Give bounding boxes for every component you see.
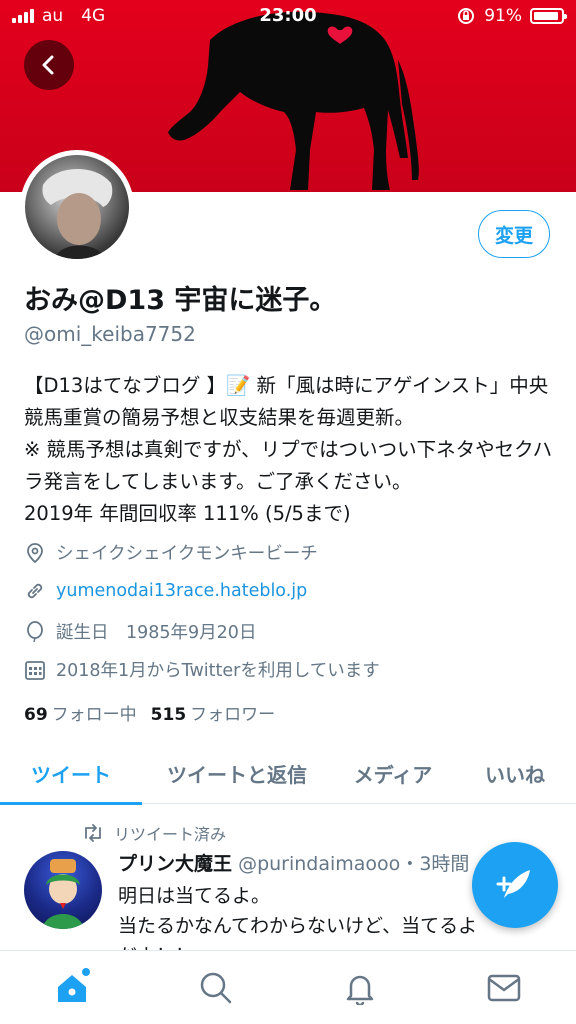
compose-tweet-icon: [496, 870, 530, 898]
tweet-author-name[interactable]: プリン大魔王: [118, 853, 232, 875]
followers-link[interactable]: 515 フォロワー: [151, 700, 276, 725]
following-label: フォロー中: [51, 705, 137, 725]
nav-home[interactable]: [42, 958, 102, 1018]
chevron-left-icon: [42, 55, 54, 75]
tweet-author-handle: @purindaimaooo: [238, 853, 401, 875]
followers-label: フォロワー: [190, 705, 276, 725]
new-content-indicator: [82, 967, 90, 976]
profile-tabs: ツイート ツイートと返信 メディア いいね: [0, 742, 576, 805]
tab-media[interactable]: メディア: [332, 742, 454, 804]
back-button[interactable]: [24, 40, 74, 90]
follow-stats: 69 フォロー中 515 フォロワー: [24, 700, 275, 725]
tweet-author-avatar[interactable]: [24, 851, 102, 929]
birthday-text: 誕生日 1985年9月20日: [56, 623, 257, 643]
retweet-icon: [85, 824, 101, 842]
compose-tweet-button[interactable]: [472, 842, 558, 928]
retweet-label: リツイート済み: [114, 825, 227, 844]
author-avatar-image: [42, 859, 84, 929]
following-link[interactable]: 69 フォロー中: [24, 700, 137, 725]
bottom-navigation: [0, 950, 576, 1024]
avatar-photo-image: [42, 168, 113, 259]
orientation-lock-icon: [458, 8, 475, 24]
user-handle: @omi_keiba7752: [24, 322, 196, 346]
mail-icon: [487, 974, 521, 1001]
battery-percent: 91%: [484, 6, 522, 26]
edit-profile-button[interactable]: 変更: [478, 210, 550, 258]
location-pin-icon: [24, 542, 46, 564]
following-count: 69: [24, 705, 48, 725]
balloon-icon: [24, 620, 46, 643]
tab-tweets-and-replies[interactable]: ツイートと返信: [142, 742, 332, 804]
retweet-indicator: リツイート済み: [82, 821, 226, 845]
tab-tweets[interactable]: ツイート: [0, 742, 142, 805]
search-icon: [200, 972, 232, 1003]
joined-text: 2018年1月からTwitterを利用しています: [56, 661, 380, 681]
battery-icon: [530, 8, 567, 24]
link-icon: [24, 580, 46, 602]
profile-bio: 【D13はてなブログ 】📝 新「風は時にアゲインスト」中央競馬重賞の簡易予想と収…: [24, 374, 553, 525]
bell-icon: [346, 975, 374, 1005]
tweet-header: プリン大魔王 @purindaimaooo・3時間: [118, 849, 469, 876]
tweet-time: ・3時間: [400, 853, 470, 875]
joined-row: 2018年1月からTwitterを利用しています: [24, 657, 380, 682]
nav-notifications[interactable]: [330, 958, 390, 1018]
followers-count: 515: [150, 705, 187, 725]
birthday-row: 誕生日 1985年9月20日: [24, 619, 256, 644]
website-row[interactable]: yumenodai13race.hateblo.jp: [24, 580, 307, 602]
tab-likes[interactable]: いいね: [454, 742, 576, 804]
nav-messages[interactable]: [474, 958, 534, 1018]
location-row: シェイクシェイクモンキービーチ: [24, 540, 318, 565]
profile-avatar[interactable]: [20, 150, 134, 264]
location-text: シェイクシェイクモンキービーチ: [56, 544, 318, 564]
status-bar: au 4G 23:00 91%: [0, 0, 576, 32]
calendar-icon: [24, 659, 46, 681]
website-link[interactable]: yumenodai13race.hateblo.jp: [56, 581, 307, 601]
display-name: おみ@D13 宇宙に迷子。: [24, 285, 337, 316]
nav-search[interactable]: [186, 958, 246, 1018]
